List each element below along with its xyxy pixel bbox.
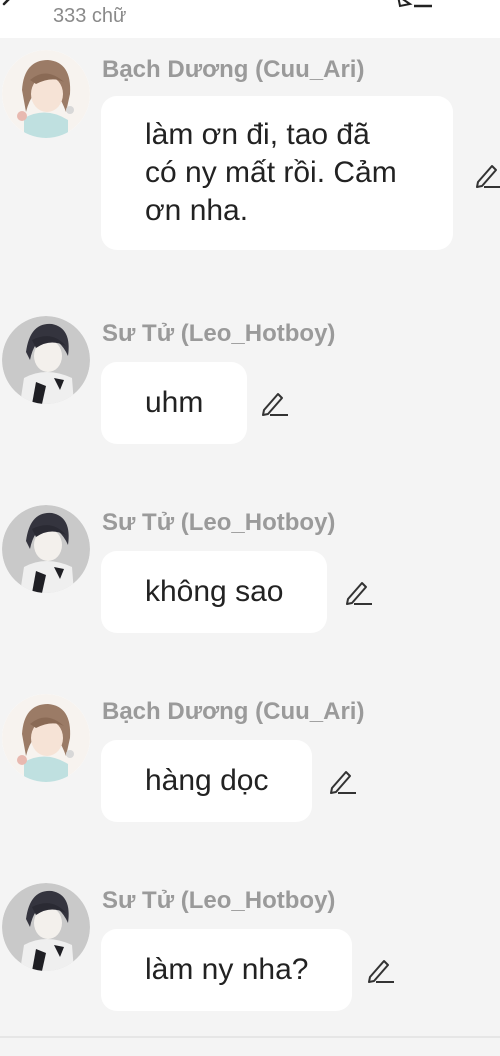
avatar[interactable] [2,505,90,593]
back-arrow-icon[interactable] [0,0,24,12]
avatar[interactable] [2,694,90,782]
avatar[interactable] [2,316,90,404]
avatar[interactable] [2,50,90,138]
message-bubble[interactable]: hàng dọc [101,740,313,822]
sender-name: Sư Tử (Leo_Hotboy) [102,887,336,914]
boy-avatar-icon [2,883,90,971]
pencil-icon[interactable] [258,388,288,418]
pencil-icon[interactable] [364,955,394,985]
message-bubble[interactable]: không sao [101,551,328,633]
message-bubble[interactable]: làm ơn đi, tao đã có ny mất rồi. Cảm ơn … [101,96,453,250]
pencil-icon[interactable] [326,766,356,796]
girl-avatar-icon [2,694,90,782]
divider [0,1036,500,1038]
word-count: 333 chữ [53,5,127,27]
boy-avatar-icon [2,316,90,404]
message-bubble[interactable]: làm ny nha? [101,929,353,1011]
girl-avatar-icon [2,50,90,138]
sender-name: Sư Tử (Leo_Hotboy) [102,509,336,536]
message-bubble[interactable]: uhm [101,362,248,444]
edit-list-icon[interactable] [396,0,436,8]
avatar[interactable] [2,883,90,971]
sender-name: Bạch Dương (Cuu_Ari) [102,56,365,83]
top-bar: 333 chữ [0,0,500,38]
pencil-icon[interactable] [342,577,372,607]
pencil-icon[interactable] [472,160,500,190]
sender-name: Bạch Dương (Cuu_Ari) [102,698,365,725]
sender-name: Sư Tử (Leo_Hotboy) [102,320,336,347]
boy-avatar-icon [2,505,90,593]
